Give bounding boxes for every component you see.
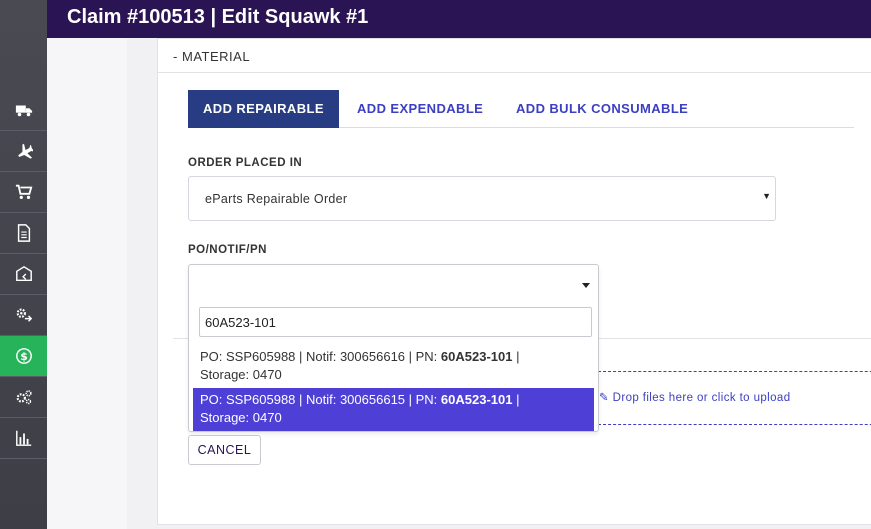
section-header-material[interactable]: - MATERIAL bbox=[158, 39, 871, 73]
sidebar-item-flights[interactable] bbox=[0, 131, 47, 172]
cancel-button[interactable]: CANCEL bbox=[188, 435, 261, 465]
gears-icon bbox=[16, 308, 32, 322]
document-icon bbox=[17, 224, 30, 242]
sidebar: $ bbox=[0, 0, 47, 529]
po-search-input[interactable] bbox=[199, 307, 592, 337]
tab-add-bulk-consumable[interactable]: ADD BULK CONSUMABLE bbox=[516, 90, 688, 128]
tab-add-repairable[interactable]: ADD REPAIRABLE bbox=[188, 90, 339, 128]
tab-add-expendable[interactable]: ADD EXPENDABLE bbox=[357, 90, 483, 128]
order-placed-value: eParts Repairable Order bbox=[205, 192, 348, 206]
page-header: Claim #100513 | Edit Squawk #1 bbox=[47, 0, 871, 38]
po-notif-pn-label: PO/NOTIF/PN bbox=[188, 244, 267, 256]
airplane-icon bbox=[17, 143, 33, 159]
page-title: Claim #100513 | Edit Squawk #1 bbox=[67, 6, 369, 28]
left-gutter bbox=[47, 38, 127, 529]
sidebar-item-processes[interactable] bbox=[0, 295, 47, 336]
po-option-1[interactable]: PO: SSP605988 | Notif: 300656616 | PN: 6… bbox=[193, 345, 594, 388]
sidebar-item-settings[interactable] bbox=[0, 377, 47, 418]
box-return-icon bbox=[15, 265, 32, 282]
main-content: - MATERIAL ADD REPAIRABLE ADD EXPENDABLE… bbox=[127, 38, 871, 529]
sidebar-item-claims[interactable]: $ bbox=[0, 336, 47, 377]
collapse-toggle[interactable]: - bbox=[173, 49, 177, 64]
section-title: MATERIAL bbox=[182, 49, 251, 64]
sidebar-item-reports[interactable] bbox=[0, 418, 47, 459]
file-dropzone[interactable]: ✎ Drop files here or click to upload bbox=[598, 371, 871, 425]
cart-icon bbox=[15, 184, 32, 200]
order-placed-select[interactable]: eParts Repairable Order ▼ bbox=[188, 176, 776, 221]
sidebar-item-shipping[interactable] bbox=[0, 90, 47, 131]
material-card: - MATERIAL ADD REPAIRABLE ADD EXPENDABLE… bbox=[157, 38, 871, 525]
dropzone-text: ✎ Drop files here or click to upload bbox=[599, 392, 791, 404]
po-notif-pn-combobox[interactable]: PO: SSP605988 | Notif: 300656616 | PN: 6… bbox=[188, 264, 599, 432]
cogs-icon bbox=[16, 390, 32, 405]
chevron-down-icon: ▼ bbox=[762, 191, 771, 201]
svg-text:$: $ bbox=[20, 350, 28, 363]
sidebar-item-orders[interactable] bbox=[0, 172, 47, 213]
caret-down-icon[interactable] bbox=[582, 283, 590, 288]
dollar-circle-icon: $ bbox=[15, 348, 32, 364]
truck-icon bbox=[15, 105, 32, 117]
bar-chart-icon bbox=[15, 430, 31, 446]
po-option-2[interactable]: PO: SSP605988 | Notif: 300656615 | PN: 6… bbox=[193, 388, 594, 431]
order-placed-label: ORDER PLACED IN bbox=[188, 157, 303, 169]
sidebar-item-returns[interactable] bbox=[0, 254, 47, 295]
material-tabs: ADD REPAIRABLE ADD EXPENDABLE ADD BULK C… bbox=[188, 90, 854, 128]
sidebar-item-documents[interactable] bbox=[0, 213, 47, 254]
